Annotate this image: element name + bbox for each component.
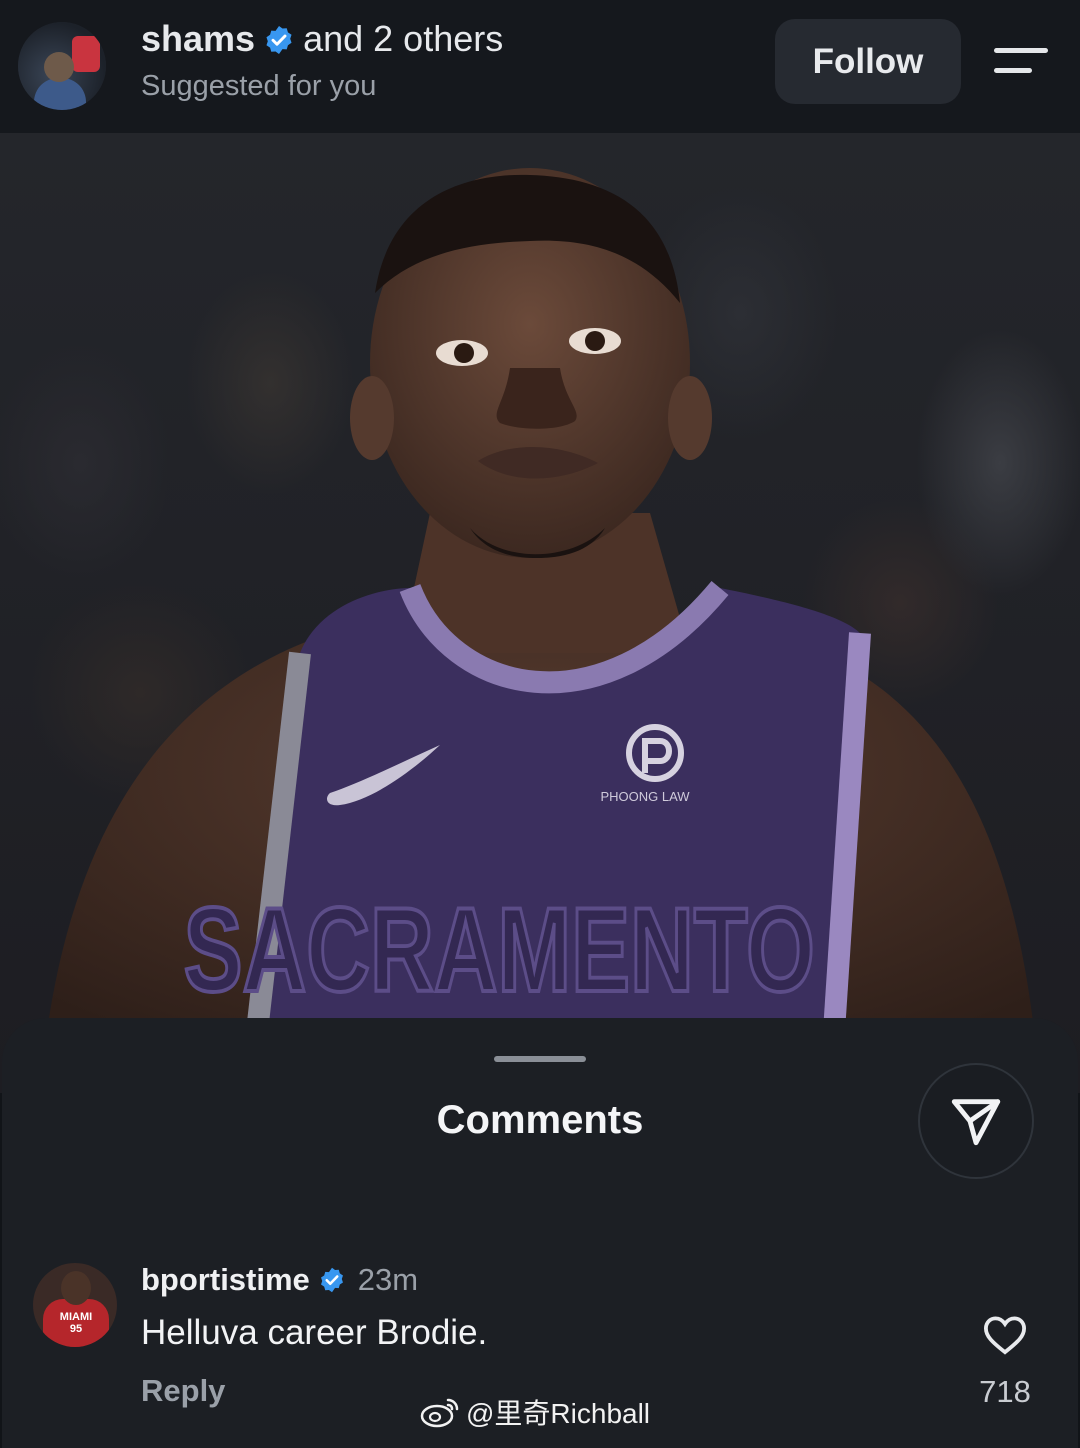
heart-icon[interactable] — [982, 1314, 1028, 1356]
post-photo[interactable]: PHOONG LAW SACRAMENTO — [0, 133, 1080, 1093]
commenter-avatar[interactable]: MIAMI 95 — [33, 1263, 117, 1347]
follow-button[interactable]: Follow — [775, 19, 961, 104]
reply-button[interactable]: Reply — [141, 1373, 225, 1409]
weibo-icon — [420, 1398, 459, 1428]
send-icon — [951, 1099, 1001, 1146]
share-button[interactable] — [918, 1063, 1034, 1179]
like-count: 718 — [979, 1374, 1031, 1409]
jersey-sponsor: PHOONG LAW — [600, 789, 690, 804]
author-username[interactable]: shams — [141, 18, 255, 60]
comment-time: 23m — [357, 1262, 419, 1297]
watermark: @里奇Richball — [420, 1392, 650, 1432]
author-line: shams and 2 others — [141, 18, 503, 60]
jersey-wordmark: SACRAMENTO — [184, 884, 815, 1017]
watermark-text: @里奇Richball — [466, 1398, 651, 1429]
suggested-label: Suggested for you — [141, 70, 377, 102]
comment-header: bportistime 23m — [141, 1262, 418, 1298]
comment-text: Helluva career Brodie. — [141, 1313, 488, 1352]
player-illustration: PHOONG LAW SACRAMENTO — [40, 168, 1040, 1093]
verified-badge-icon — [266, 26, 292, 54]
collaborators-text[interactable]: and 2 others — [303, 18, 503, 60]
hamburger-menu-icon[interactable] — [992, 46, 1048, 76]
commenter-username[interactable]: bportistime — [141, 1262, 310, 1298]
avatar-jersey-text: MIAMI 95 — [59, 1311, 93, 1335]
verified-badge-icon — [320, 1267, 343, 1293]
author-avatar[interactable] — [18, 22, 106, 110]
post-header: shams and 2 others Suggested for you Fol… — [0, 0, 1080, 133]
sheet-drag-handle[interactable] — [494, 1056, 586, 1062]
